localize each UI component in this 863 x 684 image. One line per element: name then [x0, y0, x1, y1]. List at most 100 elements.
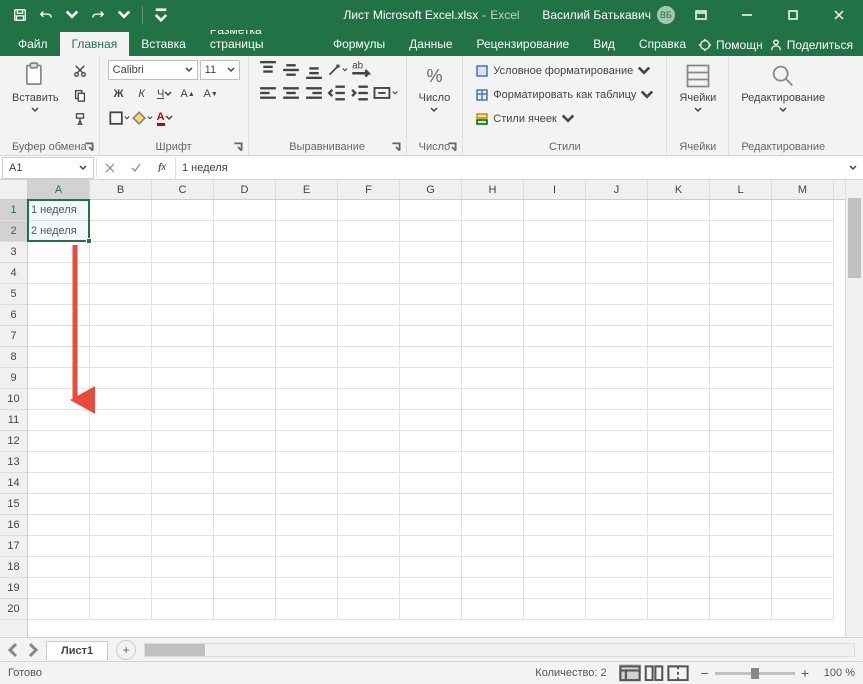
- cell-B19[interactable]: [90, 578, 152, 599]
- cell-J13[interactable]: [586, 452, 648, 473]
- formula-input[interactable]: 1 неделя: [175, 157, 843, 179]
- row-header-18[interactable]: 18: [0, 557, 27, 578]
- cancel-formula-button[interactable]: [97, 157, 123, 179]
- cell-I18[interactable]: [524, 557, 586, 578]
- name-box[interactable]: A1: [2, 157, 94, 179]
- cell-M12[interactable]: [772, 431, 834, 452]
- cell-C5[interactable]: [152, 284, 214, 305]
- cell-E1[interactable]: [276, 200, 338, 221]
- zoom-value[interactable]: 100 %: [815, 667, 855, 679]
- horizontal-scrollbar[interactable]: [144, 643, 855, 657]
- cell-H4[interactable]: [462, 263, 524, 284]
- cell-F16[interactable]: [338, 515, 400, 536]
- paste-button[interactable]: Вставить: [8, 60, 63, 116]
- cell-L11[interactable]: [710, 410, 772, 431]
- row-header-4[interactable]: 4: [0, 263, 27, 284]
- cell-J19[interactable]: [586, 578, 648, 599]
- cell-J11[interactable]: [586, 410, 648, 431]
- cell-H20[interactable]: [462, 599, 524, 620]
- cell-A3[interactable]: [28, 242, 90, 263]
- cell-G19[interactable]: [400, 578, 462, 599]
- user-avatar[interactable]: ВБ: [657, 6, 675, 24]
- cell-G8[interactable]: [400, 347, 462, 368]
- cell-E15[interactable]: [276, 494, 338, 515]
- cell-C13[interactable]: [152, 452, 214, 473]
- format-painter-button[interactable]: [69, 108, 91, 130]
- cell-L19[interactable]: [710, 578, 772, 599]
- cell-D17[interactable]: [214, 536, 276, 557]
- cell-K15[interactable]: [648, 494, 710, 515]
- cell-H16[interactable]: [462, 515, 524, 536]
- cell-B14[interactable]: [90, 473, 152, 494]
- cell-A8[interactable]: [28, 347, 90, 368]
- cell-K17[interactable]: [648, 536, 710, 557]
- cell-F4[interactable]: [338, 263, 400, 284]
- cell-E3[interactable]: [276, 242, 338, 263]
- cell-M16[interactable]: [772, 515, 834, 536]
- cell-B10[interactable]: [90, 389, 152, 410]
- cell-K18[interactable]: [648, 557, 710, 578]
- cell-K3[interactable]: [648, 242, 710, 263]
- cell-E18[interactable]: [276, 557, 338, 578]
- cell-I6[interactable]: [524, 305, 586, 326]
- col-header-C[interactable]: C: [152, 180, 214, 199]
- sheet-tab-active[interactable]: Лист1: [46, 641, 108, 660]
- cell-I7[interactable]: [524, 326, 586, 347]
- cell-L6[interactable]: [710, 305, 772, 326]
- col-header-A[interactable]: A: [28, 180, 90, 199]
- cell-J2[interactable]: [586, 221, 648, 242]
- editing-button[interactable]: Редактирование: [737, 60, 829, 116]
- cell-L18[interactable]: [710, 557, 772, 578]
- cell-I20[interactable]: [524, 599, 586, 620]
- cell-J4[interactable]: [586, 263, 648, 284]
- cell-I9[interactable]: [524, 368, 586, 389]
- cell-A19[interactable]: [28, 578, 90, 599]
- cell-G12[interactable]: [400, 431, 462, 452]
- cell-J6[interactable]: [586, 305, 648, 326]
- row-header-17[interactable]: 17: [0, 536, 27, 557]
- cell-D8[interactable]: [214, 347, 276, 368]
- enter-formula-button[interactable]: [123, 157, 149, 179]
- cell-K14[interactable]: [648, 473, 710, 494]
- cell-L14[interactable]: [710, 473, 772, 494]
- cell-D16[interactable]: [214, 515, 276, 536]
- cell-M13[interactable]: [772, 452, 834, 473]
- cell-K9[interactable]: [648, 368, 710, 389]
- cell-E8[interactable]: [276, 347, 338, 368]
- cell-E6[interactable]: [276, 305, 338, 326]
- row-header-2[interactable]: 2: [0, 221, 27, 242]
- cell-C9[interactable]: [152, 368, 214, 389]
- cell-J7[interactable]: [586, 326, 648, 347]
- cell-I5[interactable]: [524, 284, 586, 305]
- cell-A14[interactable]: [28, 473, 90, 494]
- maximize-button[interactable]: [773, 0, 813, 30]
- row-header-11[interactable]: 11: [0, 410, 27, 431]
- cell-G3[interactable]: [400, 242, 462, 263]
- align-bottom-button[interactable]: [303, 60, 325, 80]
- cell-I3[interactable]: [524, 242, 586, 263]
- row-header-9[interactable]: 9: [0, 368, 27, 389]
- cell-L15[interactable]: [710, 494, 772, 515]
- cell-E11[interactable]: [276, 410, 338, 431]
- cell-H2[interactable]: [462, 221, 524, 242]
- undo-button[interactable]: [34, 3, 58, 27]
- cell-I8[interactable]: [524, 347, 586, 368]
- cell-A1[interactable]: 1 неделя: [28, 200, 90, 221]
- zoom-slider[interactable]: [715, 672, 795, 675]
- row-header-3[interactable]: 3: [0, 242, 27, 263]
- cell-E16[interactable]: [276, 515, 338, 536]
- cell-E7[interactable]: [276, 326, 338, 347]
- cell-C18[interactable]: [152, 557, 214, 578]
- fx-button[interactable]: fx: [149, 157, 175, 179]
- cell-H3[interactable]: [462, 242, 524, 263]
- cells-area[interactable]: 1 неделя2 неделя: [28, 200, 845, 637]
- col-header-L[interactable]: L: [710, 180, 772, 199]
- cell-I13[interactable]: [524, 452, 586, 473]
- cell-L2[interactable]: [710, 221, 772, 242]
- tab-home[interactable]: Главная: [60, 32, 130, 56]
- cell-M6[interactable]: [772, 305, 834, 326]
- cell-A7[interactable]: [28, 326, 90, 347]
- cell-L1[interactable]: [710, 200, 772, 221]
- row-header-7[interactable]: 7: [0, 326, 27, 347]
- cell-A4[interactable]: [28, 263, 90, 284]
